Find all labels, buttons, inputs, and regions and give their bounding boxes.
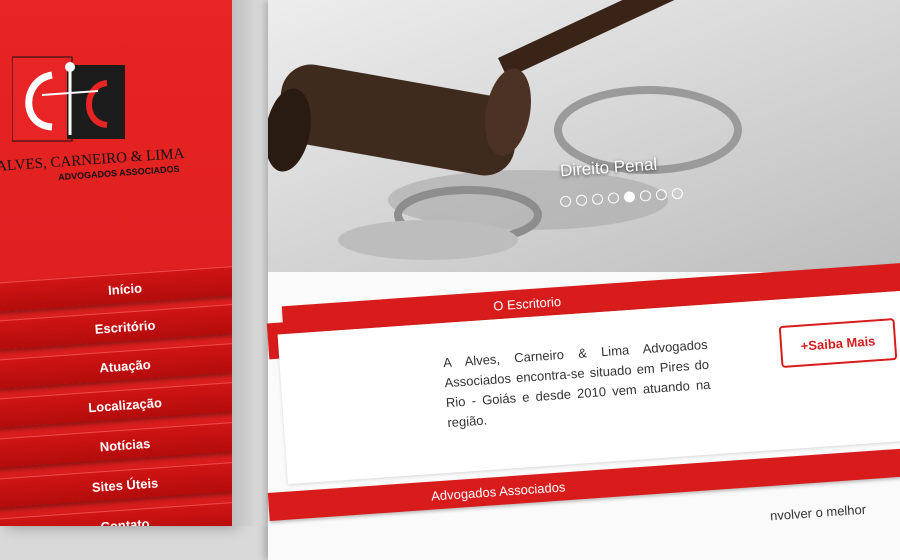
nav-item-sites-uteis[interactable]: Sites Úteis	[0, 461, 232, 508]
section-heading-label: Advogados Associados	[430, 478, 566, 504]
nav-item-escritorio[interactable]: Escritório	[0, 303, 232, 350]
slider-dot[interactable]	[671, 187, 684, 200]
firm-logo[interactable]	[12, 55, 132, 145]
nav-item-label: Localização	[87, 394, 163, 415]
slider-dot[interactable]	[591, 193, 604, 206]
sidebar: ALVES, CARNEIRO & LIMA ADVOGADOS ASSOCIA…	[0, 0, 232, 526]
slider-dot[interactable]	[559, 195, 572, 208]
nav-item-label: Escritório	[94, 317, 156, 337]
slider-dot[interactable]	[575, 194, 588, 207]
nav-item-label: Notícias	[99, 435, 151, 454]
saiba-mais-button[interactable]: +Saiba Mais	[778, 318, 898, 368]
nav-item-label: Início	[107, 279, 143, 298]
slider-dot-active[interactable]	[623, 191, 636, 203]
nav-item-inicio[interactable]: Início	[0, 265, 232, 312]
slider-dot[interactable]	[639, 189, 652, 202]
section-heading-label: O Escritorio	[492, 293, 562, 314]
gavel-image	[268, 0, 743, 260]
slider-dot[interactable]	[655, 188, 668, 201]
nav-item-label: Contato	[99, 515, 151, 526]
hero-slider[interactable]: Direito Penal	[268, 0, 900, 272]
nav-item-label: Sites Úteis	[91, 474, 159, 495]
slider-dot[interactable]	[607, 192, 620, 204]
nav-item-label: Atuação	[98, 356, 152, 375]
nav-item-atuacao[interactable]: Atuação	[0, 342, 232, 389]
nav-item-localizacao[interactable]: Localização	[0, 381, 232, 428]
page-gutter	[232, 0, 272, 526]
nav-item-noticias[interactable]: Notícias	[0, 421, 232, 468]
